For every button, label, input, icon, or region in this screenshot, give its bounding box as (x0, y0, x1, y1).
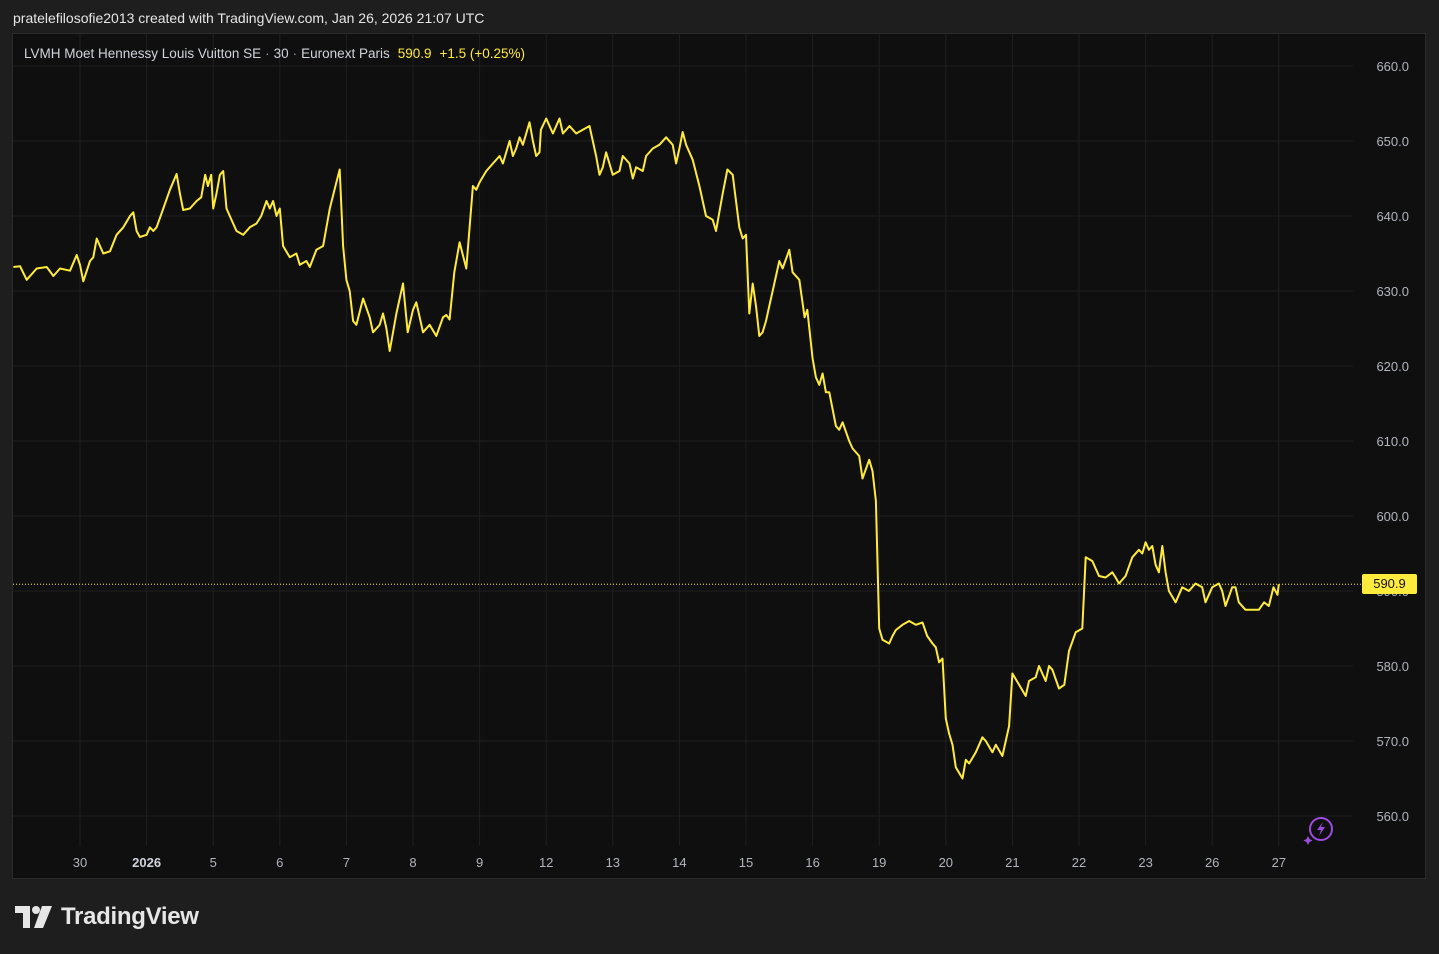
y-tick-label: 660.0 (1376, 59, 1409, 74)
legend-symbol: LVMH Moet Hennessy Louis Vuitton SE (24, 46, 262, 61)
x-tick-label: 13 (606, 855, 620, 870)
x-tick-label: 27 (1272, 855, 1286, 870)
y-tick-label: 640.0 (1376, 209, 1409, 224)
x-tick-label: 9 (476, 855, 483, 870)
y-tick-label: 620.0 (1376, 359, 1409, 374)
y-tick-label: 610.0 (1376, 434, 1409, 449)
last-price-label: 590.9 (1362, 574, 1417, 595)
legend-separator: · (292, 46, 298, 61)
x-tick-label: 26 (1205, 855, 1219, 870)
price-series-line (13, 117, 1280, 780)
x-tick-label: 21 (1005, 855, 1019, 870)
x-tick-label: 23 (1138, 855, 1152, 870)
y-tick-label: 650.0 (1376, 134, 1409, 149)
price-chart[interactable]: 660.0650.0640.0630.0620.0610.0600.0590.0… (13, 34, 1425, 878)
x-tick-label: 22 (1072, 855, 1086, 870)
x-tick-label: 14 (672, 855, 686, 870)
legend-interval: 30 (273, 46, 289, 61)
grid-layer (13, 34, 1353, 846)
lightning-icon[interactable] (1302, 814, 1336, 848)
x-tick-label: 20 (939, 855, 953, 870)
brand-logo[interactable]: TradingView (15, 902, 199, 932)
y-tick-label: 580.0 (1376, 659, 1409, 674)
y-tick-label: 570.0 (1376, 734, 1409, 749)
chart-header-attribution: pratelefilosofie2013 created with Tradin… (13, 10, 485, 26)
legend-exchange: Euronext Paris (301, 46, 390, 61)
x-tick-label: 7 (343, 855, 350, 870)
y-tick-label: 630.0 (1376, 284, 1409, 299)
x-tick-label: 8 (409, 855, 416, 870)
x-tick-label: 12 (539, 855, 553, 870)
chart-pane[interactable]: 660.0650.0640.0630.0620.0610.0600.0590.0… (12, 33, 1426, 879)
legend-separator: · (265, 46, 270, 61)
y-axis-ticks: 660.0650.0640.0630.0620.0610.0600.0590.0… (1376, 59, 1409, 824)
brand-name: TradingView (61, 903, 199, 930)
tradingview-logo-icon (15, 906, 52, 928)
x-tick-label: 15 (739, 855, 753, 870)
x-tick-label: 19 (872, 855, 886, 870)
legend-price: 590.9 (397, 46, 432, 61)
x-tick-label: 6 (276, 855, 283, 870)
y-tick-label: 560.0 (1376, 809, 1409, 824)
y-tick-label: 600.0 (1376, 509, 1409, 524)
x-axis-ticks: 30 2026 5 6 7 8 9 12 13 14 15 16 19 20 21 22 23 26 27 (73, 855, 1286, 870)
x-tick-label: 30 (73, 855, 87, 870)
x-tick-label: 16 (805, 855, 819, 870)
legend-change: +1.5 (+0.25%) (439, 46, 526, 61)
x-tick-label: 2026 (132, 855, 161, 870)
symbol-legend[interactable]: LVMH Moet Hennessy Louis Vuitton SE · 30 · E… (24, 46, 525, 61)
x-tick-label: 5 (210, 855, 217, 870)
